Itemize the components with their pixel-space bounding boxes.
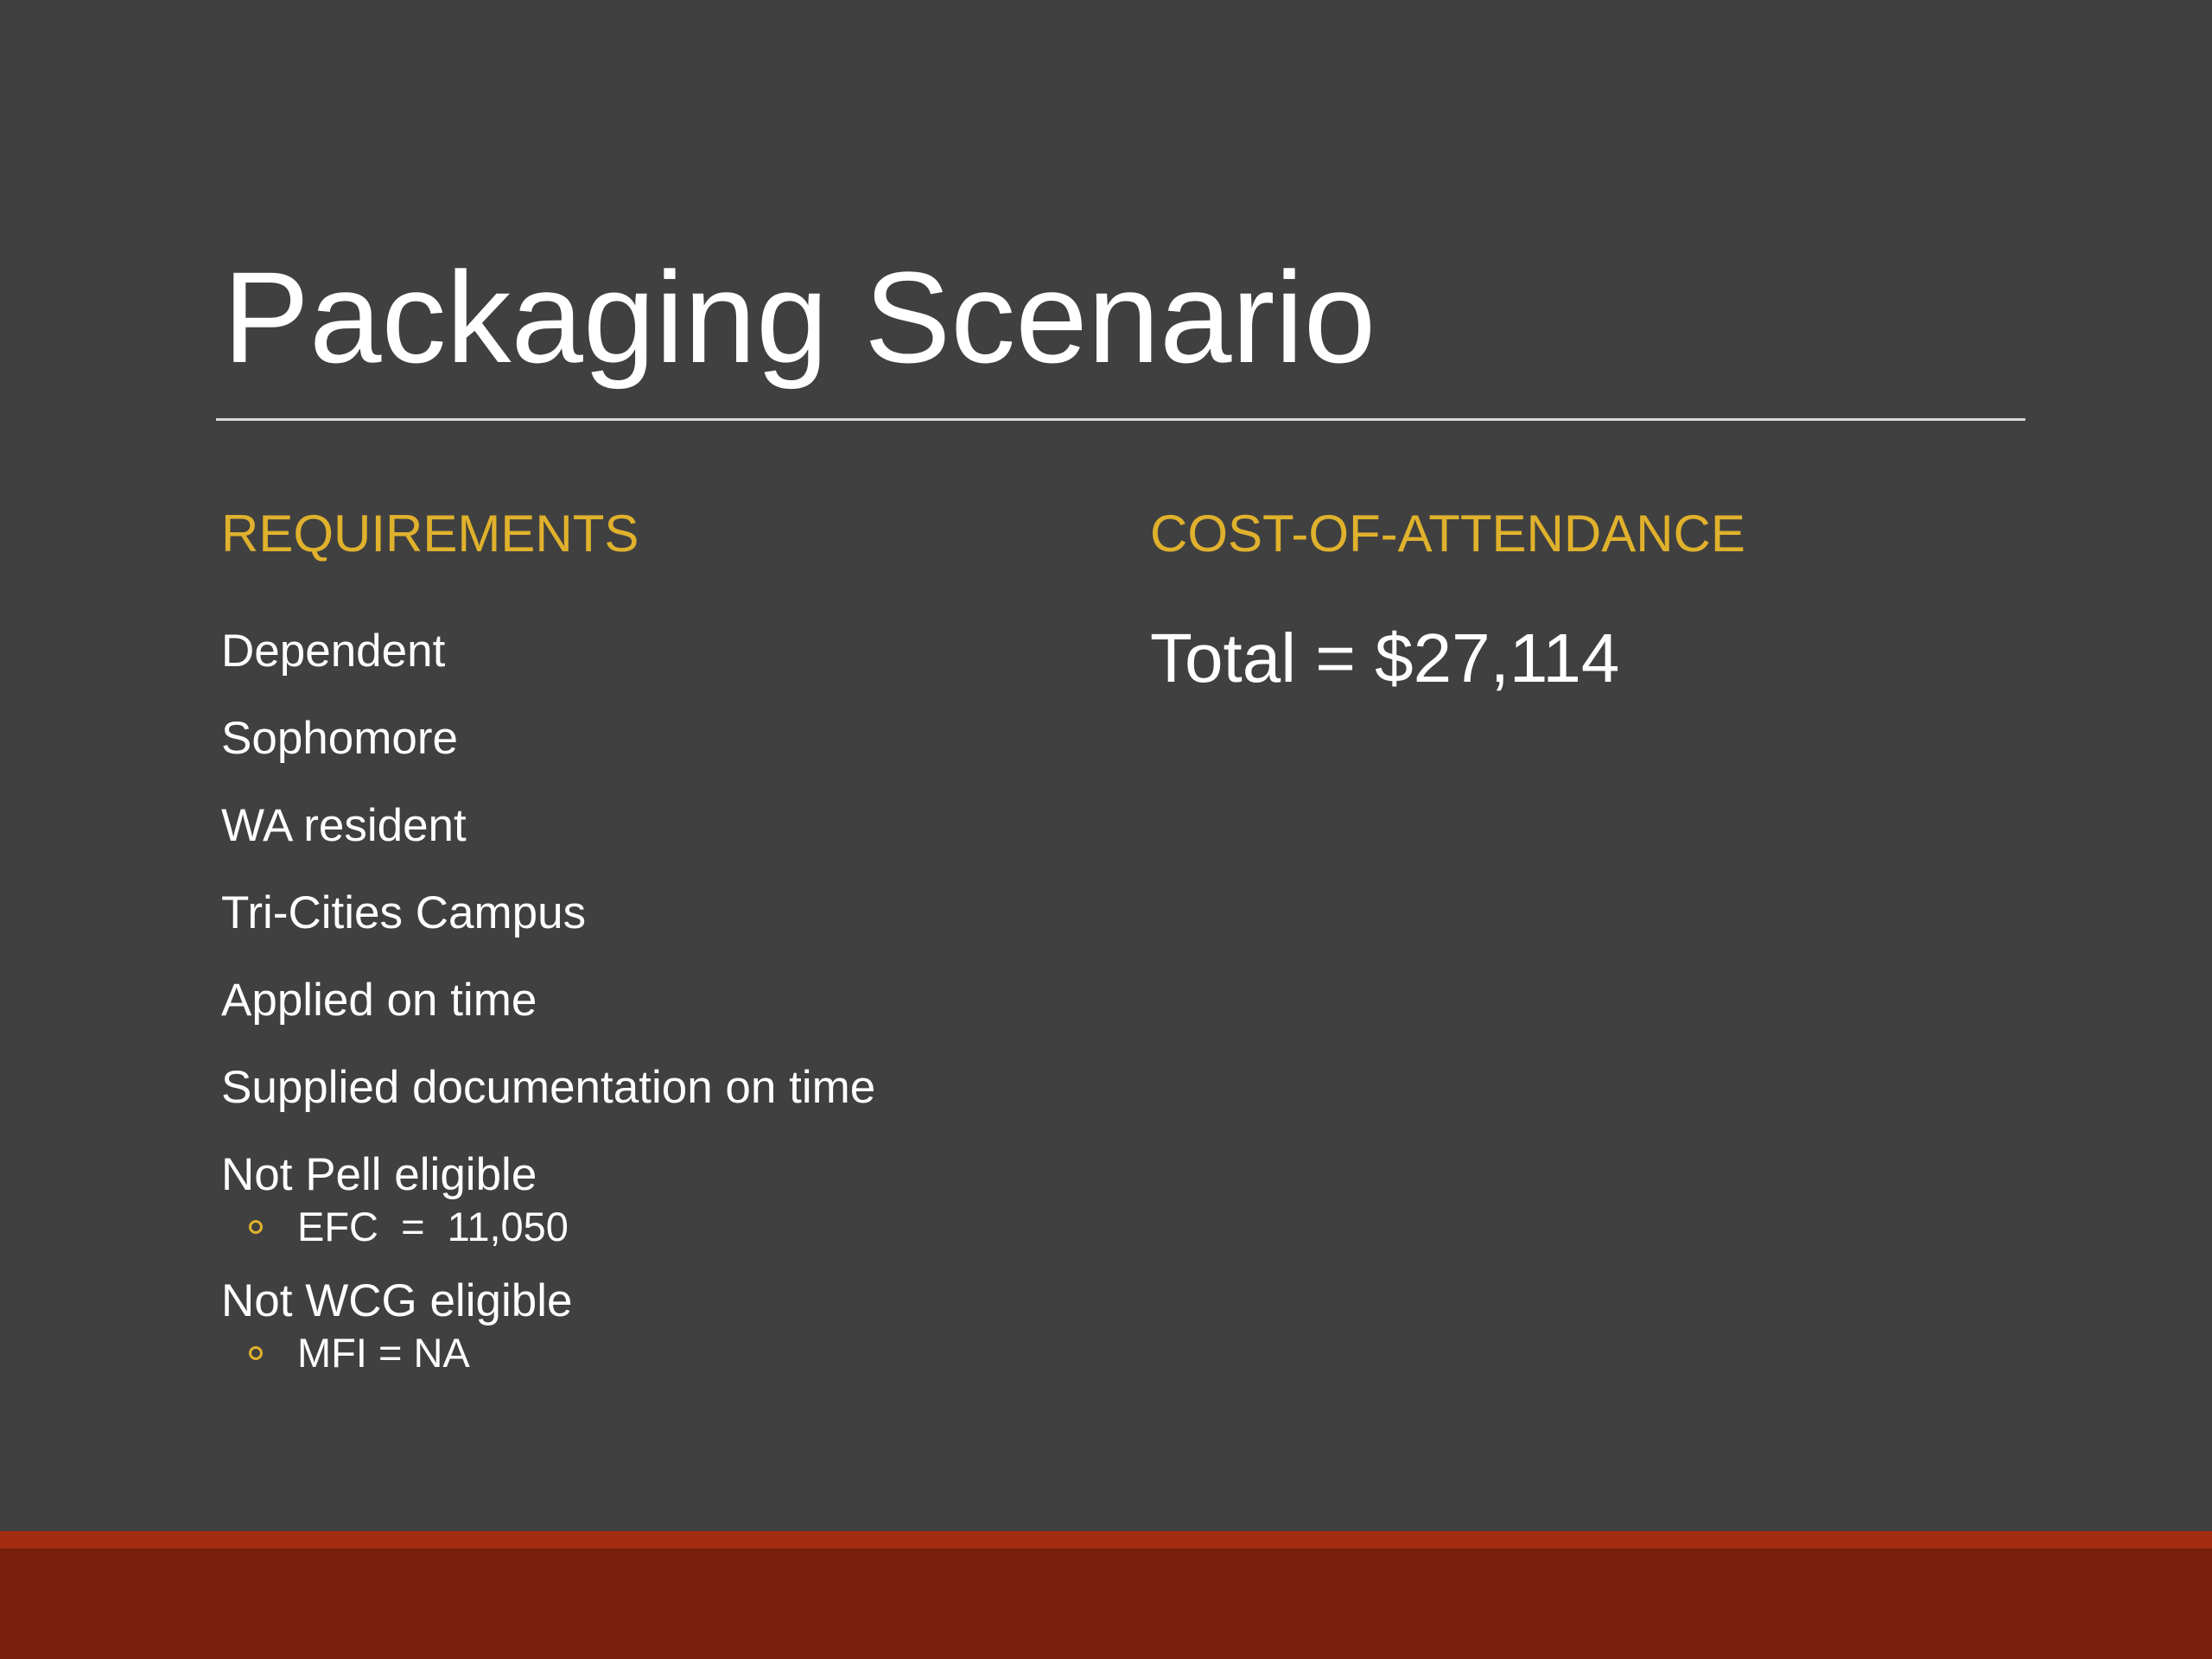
requirement-text: Supplied documentation on time (221, 1062, 876, 1113)
requirements-heading: REQUIREMENTS (221, 505, 639, 563)
requirement-text: Sophomore (221, 713, 459, 764)
sub-list-item: MFI = NA (221, 1325, 875, 1381)
footer-band (0, 1531, 2212, 1659)
footer-stripe (0, 1531, 2212, 1548)
requirement-text: Not WCG eligible (221, 1275, 573, 1326)
list-item: Tri-Cities Campus (221, 882, 875, 944)
sub-item-text: EFC = 11,050 (297, 1204, 569, 1249)
slide: Packaging Scenario REQUIREMENTS Dependen… (0, 0, 2212, 1659)
circle-bullet-icon (249, 1346, 263, 1360)
list-item: Dependent (221, 620, 875, 683)
list-item: Sophomore (221, 708, 875, 770)
sub-item-text: MFI = NA (297, 1330, 470, 1376)
slide-title: Packaging Scenario (223, 245, 1376, 390)
requirement-text: Not Pell eligible (221, 1149, 537, 1200)
list-item: Not Pell eligible EFC = 11,050 (221, 1144, 875, 1255)
requirement-text: Tri-Cities Campus (221, 887, 587, 938)
requirement-text: Dependent (221, 626, 446, 677)
list-item: WA resident (221, 795, 875, 857)
circle-bullet-icon (249, 1220, 263, 1234)
list-item: Not WCG eligible MFI = NA (221, 1270, 875, 1381)
requirement-text: WA resident (221, 800, 467, 851)
sub-list-item: EFC = 11,050 (221, 1199, 875, 1255)
requirements-list: Dependent Sophomore WA resident Tri-Citi… (221, 620, 875, 1396)
requirement-text: Applied on time (221, 975, 537, 1026)
cost-of-attendance-heading: COST-OF-ATTENDANCE (1150, 505, 1745, 563)
list-item: Supplied documentation on time (221, 1057, 875, 1119)
list-item: Applied on time (221, 969, 875, 1032)
total-cost: Total = $27,114 (1150, 620, 1620, 696)
title-divider (216, 418, 2025, 421)
